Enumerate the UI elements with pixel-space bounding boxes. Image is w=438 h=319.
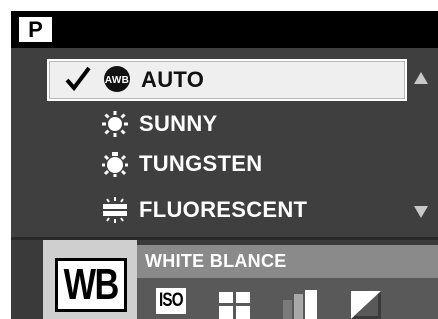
tungsten-bulb-icon xyxy=(101,150,129,178)
menu-item-sunny[interactable]: SUNNY xyxy=(47,104,403,144)
menu-item-label: AUTO xyxy=(141,67,205,92)
menu-item-label: FLUORESCENT xyxy=(139,197,308,222)
menu-item-fluorescent[interactable]: FLUORESCENT xyxy=(47,190,403,230)
menu-item-auto[interactable]: AWB AUTO xyxy=(47,59,407,101)
setting-title: WHITE BLANCE xyxy=(137,245,438,278)
shooting-mode-badge: P xyxy=(17,15,54,44)
iso-label: ISO xyxy=(159,290,184,311)
iso-icon[interactable]: ISO xyxy=(153,288,189,319)
contrast-bars-icon[interactable] xyxy=(281,288,321,319)
svg-text:AWB: AWB xyxy=(105,75,129,86)
sun-icon xyxy=(101,110,129,138)
wb-icon[interactable]: WB xyxy=(55,258,127,312)
triangle-up-icon[interactable] xyxy=(413,71,429,85)
wb-tab-label: WB xyxy=(63,260,120,309)
menu-item-label: SUNNY xyxy=(139,111,218,136)
menu-item-label: TUNGSTEN xyxy=(139,151,263,176)
exposure-icon[interactable] xyxy=(349,288,383,319)
menu-item-tungsten[interactable]: TUNGSTEN xyxy=(47,144,403,184)
triangle-down-icon[interactable] xyxy=(413,205,429,219)
shooting-mode-label: P xyxy=(28,16,43,42)
header-bar xyxy=(11,11,438,48)
metering-icon[interactable] xyxy=(218,288,252,319)
fluorescent-icon xyxy=(101,196,129,224)
checkmark-icon xyxy=(65,66,91,92)
awb-icon: AWB xyxy=(103,65,131,93)
